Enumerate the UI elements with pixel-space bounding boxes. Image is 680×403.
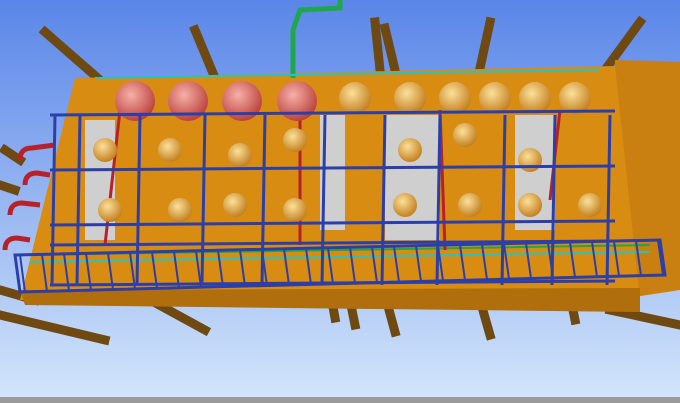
vessel	[393, 193, 417, 217]
orange-tank	[439, 82, 471, 114]
vessel	[518, 193, 542, 217]
vessel	[398, 138, 422, 162]
support-beam	[370, 17, 385, 75]
vessel	[283, 198, 307, 222]
bottom-strip	[0, 397, 680, 403]
vessel	[453, 123, 477, 147]
orange-tank	[479, 82, 511, 114]
vessel	[93, 138, 117, 162]
grey-floor-bay	[85, 120, 115, 240]
orange-tank	[559, 82, 591, 114]
red-tank	[277, 81, 317, 121]
orange-tank	[339, 82, 371, 114]
support-beam	[0, 180, 21, 196]
vessel	[168, 198, 192, 222]
plant-3d-model-view[interactable]	[0, 0, 680, 403]
vessel	[228, 143, 252, 167]
orange-tank	[519, 82, 551, 114]
vessel	[158, 138, 182, 162]
vessel	[458, 193, 482, 217]
vessel	[283, 128, 307, 152]
vessel	[98, 198, 122, 222]
vessel	[223, 193, 247, 217]
vessel	[518, 148, 542, 172]
vessel	[578, 193, 602, 217]
orange-tank	[394, 82, 426, 114]
